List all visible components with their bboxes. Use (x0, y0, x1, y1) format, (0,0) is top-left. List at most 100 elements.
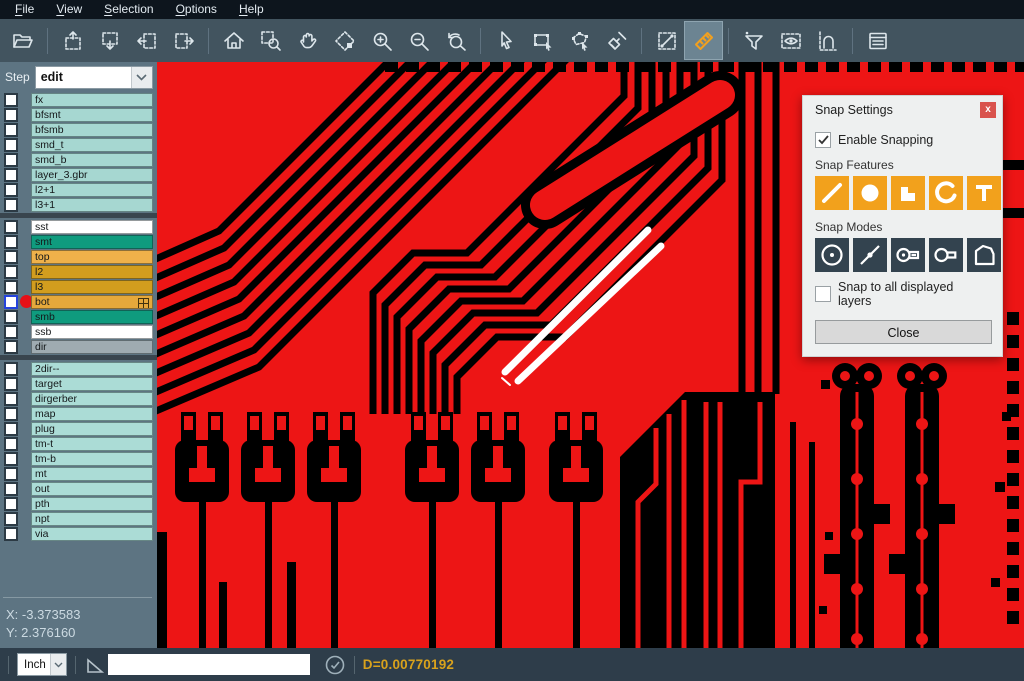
layer-row-l2+1[interactable]: l2+1 (0, 183, 157, 197)
layer-name[interactable]: npt (31, 512, 153, 526)
layer-row-mt[interactable]: mt (0, 467, 157, 481)
layer-checkbox[interactable] (4, 377, 18, 391)
layer-row-dirgerber[interactable]: dirgerber (0, 392, 157, 406)
clean-brush-button[interactable] (598, 22, 635, 59)
layer-row-l3+1[interactable]: l3+1 (0, 198, 157, 212)
select-pointer-button[interactable] (487, 22, 524, 59)
all-layers-checkbox[interactable] (815, 286, 831, 302)
zoom-object-button[interactable] (326, 22, 363, 59)
load-bottom-button[interactable] (91, 22, 128, 59)
layer-name[interactable]: bfsmb (31, 123, 153, 137)
layer-row-l2[interactable]: l2 (0, 265, 157, 279)
layer-row-smd_b[interactable]: smd_b (0, 153, 157, 167)
layer-row-top[interactable]: top (0, 250, 157, 264)
layer-row-smd_t[interactable]: smd_t (0, 138, 157, 152)
measure-input[interactable] (108, 654, 310, 675)
layer-name[interactable]: smd_b (31, 153, 153, 167)
zoom-previous-button[interactable] (437, 22, 474, 59)
enable-snapping-row[interactable]: Enable Snapping (815, 132, 990, 148)
menu-item-view[interactable]: View (47, 0, 91, 19)
circle-check-icon[interactable] (324, 654, 346, 676)
layer-checkbox[interactable] (4, 310, 18, 324)
layer-row-tm-b[interactable]: tm-b (0, 452, 157, 466)
layer-checkbox[interactable] (4, 250, 18, 264)
layer-name[interactable]: tm-b (31, 452, 153, 466)
layer-name[interactable]: smt (31, 235, 153, 249)
layer-name[interactable]: sst (31, 220, 153, 234)
snap-mode-center-button[interactable] (815, 238, 849, 272)
layer-row-bot[interactable]: bot (0, 295, 157, 309)
load-right-button[interactable] (165, 22, 202, 59)
snap-mode-hole-button[interactable] (929, 238, 963, 272)
layer-checkbox[interactable] (4, 265, 18, 279)
layer-name[interactable]: smd_t (31, 138, 153, 152)
snap-feature-pad-button[interactable] (853, 176, 887, 210)
menu-item-file[interactable]: File (6, 0, 43, 19)
select-rectangle-button[interactable] (524, 22, 561, 59)
layer-checkbox[interactable] (4, 392, 18, 406)
layer-checkbox[interactable] (4, 198, 18, 212)
layer-checkbox[interactable] (4, 183, 18, 197)
layer-row-bfsmt[interactable]: bfsmt (0, 108, 157, 122)
pan-button[interactable] (289, 22, 326, 59)
layer-name[interactable]: l2 (31, 265, 153, 279)
layer-name[interactable]: l2+1 (31, 183, 153, 197)
snap-feature-text-button[interactable] (967, 176, 1001, 210)
layer-checkbox[interactable] (4, 527, 18, 541)
layer-row-tm-t[interactable]: tm-t (0, 437, 157, 451)
layer-checkbox[interactable] (4, 220, 18, 234)
layer-row-out[interactable]: out (0, 482, 157, 496)
layer-name[interactable]: bfsmt (31, 108, 153, 122)
layer-checkbox[interactable] (4, 482, 18, 496)
dialog-title-bar[interactable]: Snap Settings x (803, 96, 1002, 124)
layer-name[interactable]: target (31, 377, 153, 391)
layer-name[interactable]: top (31, 250, 153, 264)
layer-name[interactable]: dirgerber (31, 392, 153, 406)
enable-snapping-checkbox[interactable] (815, 132, 831, 148)
layer-row-map[interactable]: map (0, 407, 157, 421)
open-file-button[interactable] (4, 22, 41, 59)
layer-name[interactable]: dir (31, 340, 153, 354)
layer-name[interactable]: tm-t (31, 437, 153, 451)
zoom-window-button[interactable] (252, 22, 289, 59)
layer-checkbox[interactable] (4, 407, 18, 421)
layer-checkbox[interactable] (4, 168, 18, 182)
layer-checkbox[interactable] (4, 280, 18, 294)
layer-row-dir[interactable]: dir (0, 340, 157, 354)
load-top-button[interactable] (54, 22, 91, 59)
layer-row-smt[interactable]: smt (0, 235, 157, 249)
layer-checkbox[interactable] (4, 467, 18, 481)
layer-row-npt[interactable]: npt (0, 512, 157, 526)
measure-ruler-button[interactable] (685, 22, 722, 59)
layer-name[interactable]: fx (31, 93, 153, 107)
snap-mode-contour-button[interactable] (967, 238, 1001, 272)
measure-arc-button[interactable] (809, 22, 846, 59)
home-view-button[interactable] (215, 22, 252, 59)
layer-name[interactable]: pth (31, 497, 153, 511)
layer-name[interactable]: mt (31, 467, 153, 481)
layer-name[interactable]: plug (31, 422, 153, 436)
layer-row-l3[interactable]: l3 (0, 280, 157, 294)
measure-line-button[interactable] (648, 22, 685, 59)
layer-row-2dir--[interactable]: 2dir-- (0, 362, 157, 376)
layer-checkbox[interactable] (4, 138, 18, 152)
layer-row-layer_3.gbr[interactable]: layer_3.gbr (0, 168, 157, 182)
layer-checkbox[interactable] (4, 295, 18, 309)
layer-checkbox[interactable] (4, 235, 18, 249)
layer-name[interactable]: layer_3.gbr (31, 168, 153, 182)
layer-checkbox[interactable] (4, 422, 18, 436)
layer-checkbox[interactable] (4, 123, 18, 137)
layer-name[interactable]: smb (31, 310, 153, 324)
layer-name[interactable]: via (31, 527, 153, 541)
close-icon[interactable]: x (980, 102, 996, 118)
layer-name[interactable]: map (31, 407, 153, 421)
snap-mode-pad-key-button[interactable] (891, 238, 925, 272)
layer-name[interactable]: l3 (31, 280, 153, 294)
layer-name[interactable]: bot (31, 295, 153, 309)
step-select[interactable]: edit (35, 66, 153, 89)
layer-checkbox[interactable] (4, 153, 18, 167)
menu-item-help[interactable]: Help (230, 0, 273, 19)
layer-name[interactable]: l3+1 (31, 198, 153, 212)
layer-checkbox[interactable] (4, 452, 18, 466)
layer-checkbox[interactable] (4, 512, 18, 526)
